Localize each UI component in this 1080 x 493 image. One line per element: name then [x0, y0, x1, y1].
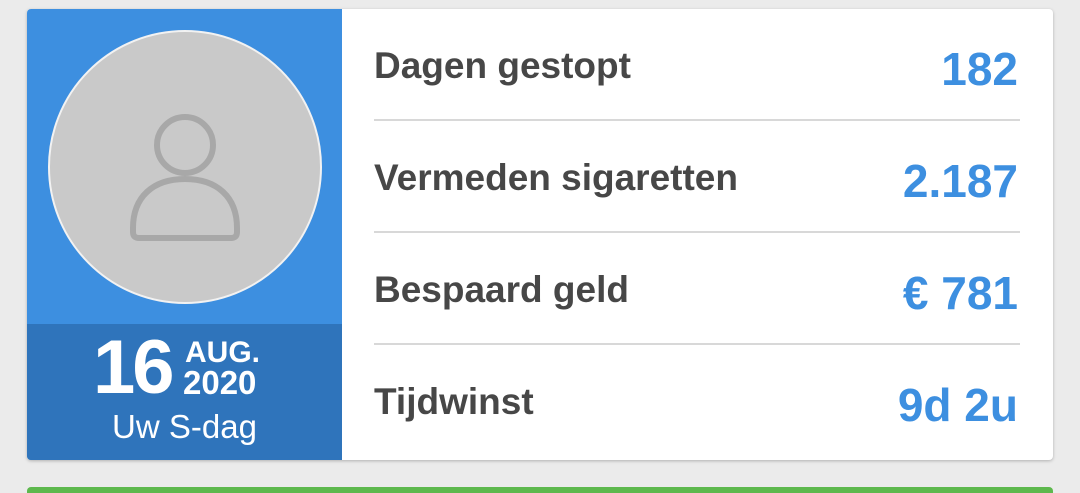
quit-stats-card: 16 AUG. 2020 Uw S-dag Dagen gestopt 182 …	[27, 9, 1053, 460]
next-card-edge	[27, 487, 1053, 493]
stat-row-days-quit: Dagen gestopt 182	[374, 9, 1020, 121]
stat-value: 2.187	[902, 155, 1018, 207]
stat-row-time-gained: Tijdwinst 9d 2u	[374, 345, 1020, 457]
stat-label: Tijdwinst	[374, 381, 534, 422]
stats-list: Dagen gestopt 182 Vermeden sigaretten 2.…	[374, 9, 1020, 457]
profile-panel: 16 AUG. 2020 Uw S-dag	[27, 9, 342, 460]
stat-label: Bespaard geld	[374, 269, 629, 310]
stat-row-cigarettes-avoided: Vermeden sigaretten 2.187	[374, 121, 1020, 233]
quit-date-year: 2020	[183, 364, 257, 401]
profile-avatar[interactable]	[48, 30, 322, 304]
stat-row-money-saved: Bespaard geld € 781	[374, 233, 1020, 345]
stat-label: Vermeden sigaretten	[374, 157, 738, 198]
quit-date[interactable]: 16 AUG. 2020 Uw S-dag	[27, 324, 342, 460]
stat-label: Dagen gestopt	[374, 45, 631, 86]
user-silhouette-icon	[130, 114, 240, 241]
stat-value: 182	[941, 43, 1018, 95]
stat-value: 9d 2u	[897, 379, 1018, 431]
quit-date-caption: Uw S-dag	[112, 408, 257, 445]
quit-date-day: 16	[93, 325, 175, 410]
stat-value: € 781	[902, 267, 1018, 319]
